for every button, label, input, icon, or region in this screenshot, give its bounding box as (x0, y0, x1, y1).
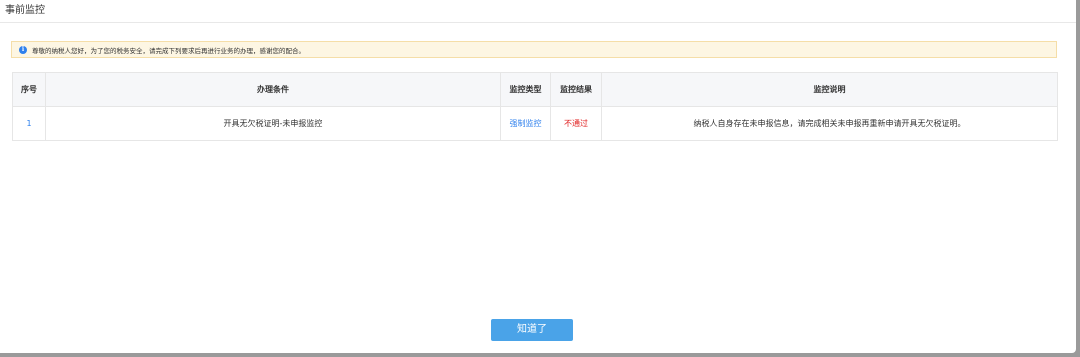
table-header-row: 序号 办理条件 监控类型 监控结果 监控说明 (12, 72, 1058, 107)
info-icon: i (19, 45, 27, 54)
monitor-table: 序号 办理条件 监控类型 监控结果 监控说明 1 开具无欠税证明-未申报监控 强… (12, 72, 1058, 141)
table-row: 1 开具无欠税证明-未申报监控 强制监控 不通过 纳税人自身存在未申报信息，请完… (12, 106, 1058, 141)
header-description: 监控说明 (601, 72, 1058, 107)
ok-button[interactable]: 知道了 (491, 319, 573, 341)
row-result: 不通过 (550, 106, 602, 141)
header-type: 监控类型 (500, 72, 551, 107)
notice-text: 尊敬的纳税人您好，为了您的税务安全，请完成下列要求后再进行业务的办理，感谢您的配… (32, 46, 305, 55)
row-type-link[interactable]: 强制监控 (500, 106, 551, 141)
row-description: 纳税人自身存在未申报信息，请完成相关未申报再重新申请开具无欠税证明。 (601, 106, 1058, 141)
row-condition: 开具无欠税证明-未申报监控 (45, 106, 501, 141)
notice-banner: i 尊敬的纳税人您好，为了您的税务安全，请完成下列要求后再进行业务的办理，感谢您… (11, 41, 1057, 58)
row-index: 1 (12, 106, 46, 141)
monitor-dialog: 事前监控 i 尊敬的纳税人您好，为了您的税务安全，请完成下列要求后再进行业务的办… (0, 0, 1076, 353)
header-result: 监控结果 (550, 72, 602, 107)
header-condition: 办理条件 (45, 72, 501, 107)
dialog-title: 事前监控 (0, 0, 1076, 23)
header-index: 序号 (12, 72, 46, 107)
